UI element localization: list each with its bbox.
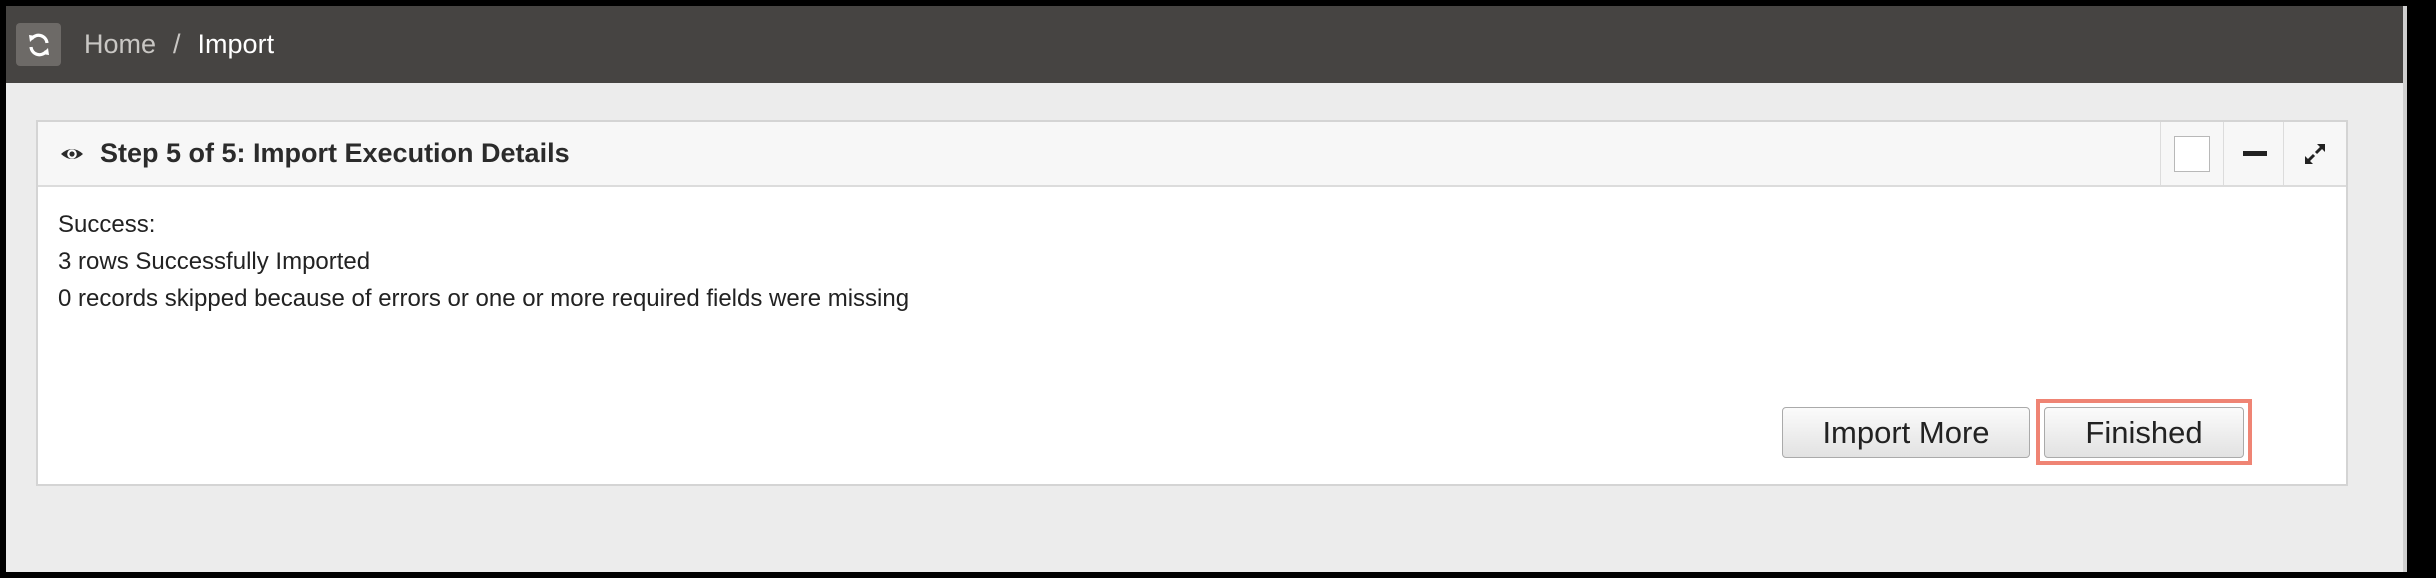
window-scroll-edge [2403, 6, 2407, 572]
finished-button[interactable]: Finished [2044, 407, 2244, 458]
breadcrumb: Home / Import [84, 6, 274, 83]
expand-icon [2304, 143, 2326, 164]
top-bar: Home / Import [6, 6, 2403, 83]
app-window: Home / Import Step 5 of 5: Import Execut… [6, 6, 2403, 572]
breadcrumb-current: Import [197, 29, 275, 59]
panel-body: Success: 3 rows Successfully Imported 0 … [58, 206, 909, 317]
refresh-button[interactable] [16, 23, 61, 66]
breadcrumb-separator: / [173, 29, 181, 59]
panel-select-checkbox[interactable] [2160, 122, 2223, 185]
expand-button[interactable] [2283, 122, 2346, 185]
minimize-button[interactable] [2223, 122, 2286, 185]
imported-count-text: 3 rows Successfully Imported [58, 248, 371, 275]
import-details-panel: Step 5 of 5: Import Execution Details Su… [36, 120, 2348, 486]
panel-title: Step 5 of 5: Import Execution Details [100, 138, 570, 168]
import-more-button[interactable]: Import More [1782, 407, 2030, 458]
panel-header: Step 5 of 5: Import Execution Details [38, 122, 2346, 187]
checkbox-square [2174, 135, 2210, 172]
skipped-count-text: 0 records skipped because of errors or o… [58, 285, 910, 312]
breadcrumb-home-link[interactable]: Home [84, 29, 156, 60]
eye-icon [61, 149, 83, 159]
status-heading: Success: [58, 211, 156, 238]
refresh-icon [28, 33, 49, 56]
minimize-icon [2243, 151, 2267, 156]
